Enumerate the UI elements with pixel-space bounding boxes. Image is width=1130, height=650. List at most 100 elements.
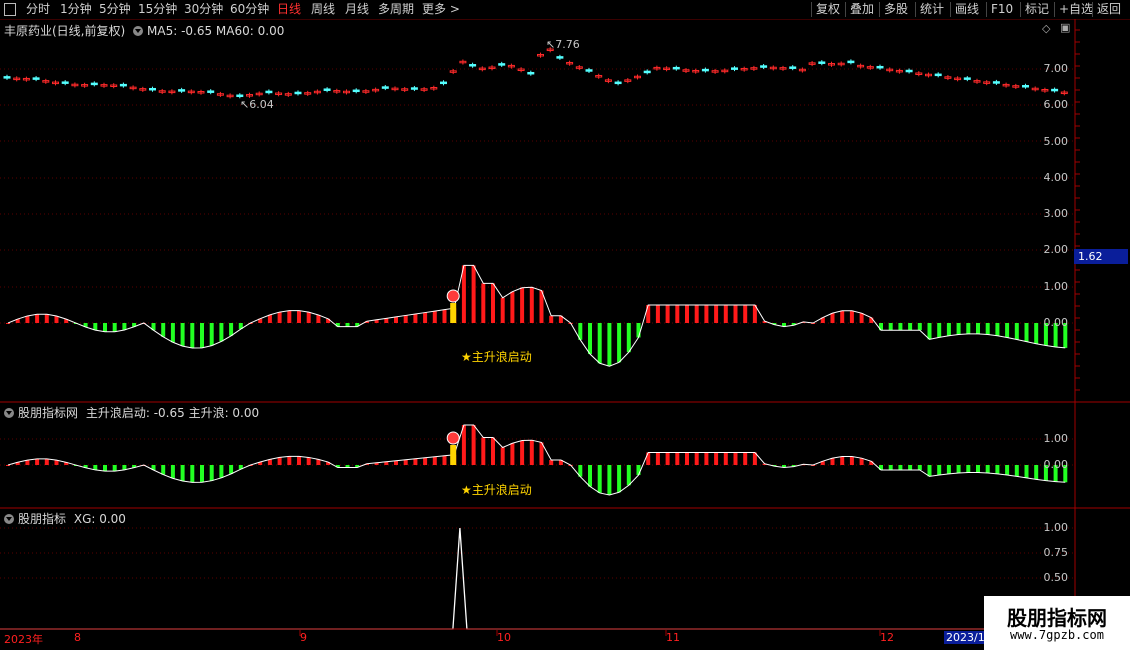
hist-bar	[704, 452, 709, 465]
diamond-icon[interactable]: ◇	[1042, 22, 1050, 35]
hist-bar	[170, 323, 175, 343]
hist-bar	[35, 458, 40, 465]
signal-bar	[450, 445, 457, 465]
candle-body	[178, 89, 186, 92]
hist-bar	[830, 458, 835, 465]
hist-bar	[122, 323, 127, 330]
hist-bar	[520, 287, 525, 323]
main-panel-title: 丰原药业(日线,前复权) MA5: -0.65 MA60: 0.00	[4, 22, 284, 39]
hist-bar	[510, 291, 515, 323]
hist-bar	[927, 323, 932, 340]
candle-body	[789, 66, 797, 69]
hist-bar	[44, 458, 49, 465]
panel2-title: 股朋指标网 主升浪启动: -0.65 主升浪: 0.00	[4, 404, 259, 421]
candle-body	[876, 65, 884, 69]
hist-bar	[588, 323, 592, 354]
hist-bar	[1014, 323, 1019, 340]
panel2-name: 股朋指标网	[18, 406, 79, 420]
hist-bar	[946, 323, 951, 336]
hist-bar	[25, 315, 30, 323]
candlestick-series	[3, 47, 1068, 99]
candle-body	[905, 69, 913, 73]
hist-bar	[394, 316, 398, 323]
hist-bar	[995, 465, 1000, 474]
hist-bar	[723, 452, 728, 465]
candle-body	[90, 82, 98, 86]
window-icon[interactable]: ▣	[1060, 21, 1070, 34]
hist-bar	[908, 323, 913, 331]
hist-bar	[461, 265, 466, 323]
hist-bar	[112, 323, 117, 332]
dropdown-icon[interactable]	[133, 26, 144, 36]
candle-body	[236, 94, 244, 98]
hist-bar	[190, 323, 195, 349]
hist-bar	[655, 305, 660, 323]
main-histogram-series	[6, 264, 1068, 367]
candle-body	[1051, 88, 1059, 92]
hist-bar	[675, 305, 680, 323]
hist-bar	[277, 457, 282, 465]
hist-bar	[888, 323, 893, 331]
grid-lines	[0, 68, 1074, 579]
panel2-histogram-series	[6, 424, 1068, 496]
chart-canvas[interactable]	[0, 0, 1130, 650]
dropdown-icon[interactable]	[4, 514, 14, 524]
low-price-label: ↖6.04	[240, 98, 274, 111]
hist-bar	[200, 465, 204, 483]
hist-bar	[219, 323, 224, 342]
hist-bar	[491, 437, 495, 465]
candle-body	[498, 63, 506, 66]
candle-body	[934, 73, 942, 77]
y-tick: 0.50	[1043, 571, 1069, 584]
hist-bar	[733, 452, 738, 465]
hist-bar	[849, 310, 854, 323]
candle-body	[818, 61, 826, 64]
hist-bar	[956, 465, 961, 473]
hist-bar	[180, 465, 185, 482]
hist-bar	[588, 465, 592, 487]
hist-bar	[461, 425, 466, 465]
hist-bar	[976, 465, 980, 473]
hist-bar	[995, 323, 1000, 336]
hist-bar	[976, 323, 980, 334]
signal-ball	[446, 289, 460, 303]
hist-bar	[859, 458, 864, 465]
hist-bar	[927, 465, 932, 477]
watermark-title: 股朋指标网	[1007, 606, 1107, 630]
hist-bar	[597, 323, 602, 364]
current-value-tag: 1.62	[1074, 249, 1128, 264]
hist-bar	[190, 465, 195, 483]
month-label: 12	[880, 631, 894, 644]
month-label: 8	[74, 631, 81, 644]
hist-bar	[35, 314, 40, 323]
hist-bar	[937, 465, 942, 475]
candle-body	[207, 90, 215, 93]
hist-bar	[1005, 323, 1010, 338]
candle-body	[323, 88, 331, 91]
dropdown-icon[interactable]	[4, 408, 14, 418]
month-label: 11	[666, 631, 680, 644]
hist-bar	[985, 465, 990, 474]
hist-bar	[898, 323, 903, 331]
hist-outline	[7, 264, 1066, 367]
hist-bar	[112, 465, 117, 472]
hist-bar	[908, 465, 913, 470]
month-label: 10	[497, 631, 511, 644]
hist-bar	[229, 465, 234, 474]
hist-bar	[529, 440, 534, 465]
hist-bar	[432, 456, 437, 465]
hist-bar	[723, 305, 728, 323]
watermark: 股朋指标网 www.7gpzb.com	[984, 596, 1130, 650]
hist-bar	[626, 323, 631, 353]
candle-body	[992, 81, 1000, 84]
hist-bar	[956, 323, 961, 335]
hist-bar	[743, 452, 748, 465]
hist-outline	[7, 424, 1066, 496]
panel3-title: 股朋指标 XG: 0.00	[4, 510, 126, 527]
hist-bar	[432, 311, 437, 323]
hist-bar	[297, 456, 301, 465]
hist-bar	[423, 457, 428, 465]
candle-body	[672, 66, 680, 70]
hist-bar	[180, 323, 185, 347]
hist-bar	[529, 287, 534, 323]
